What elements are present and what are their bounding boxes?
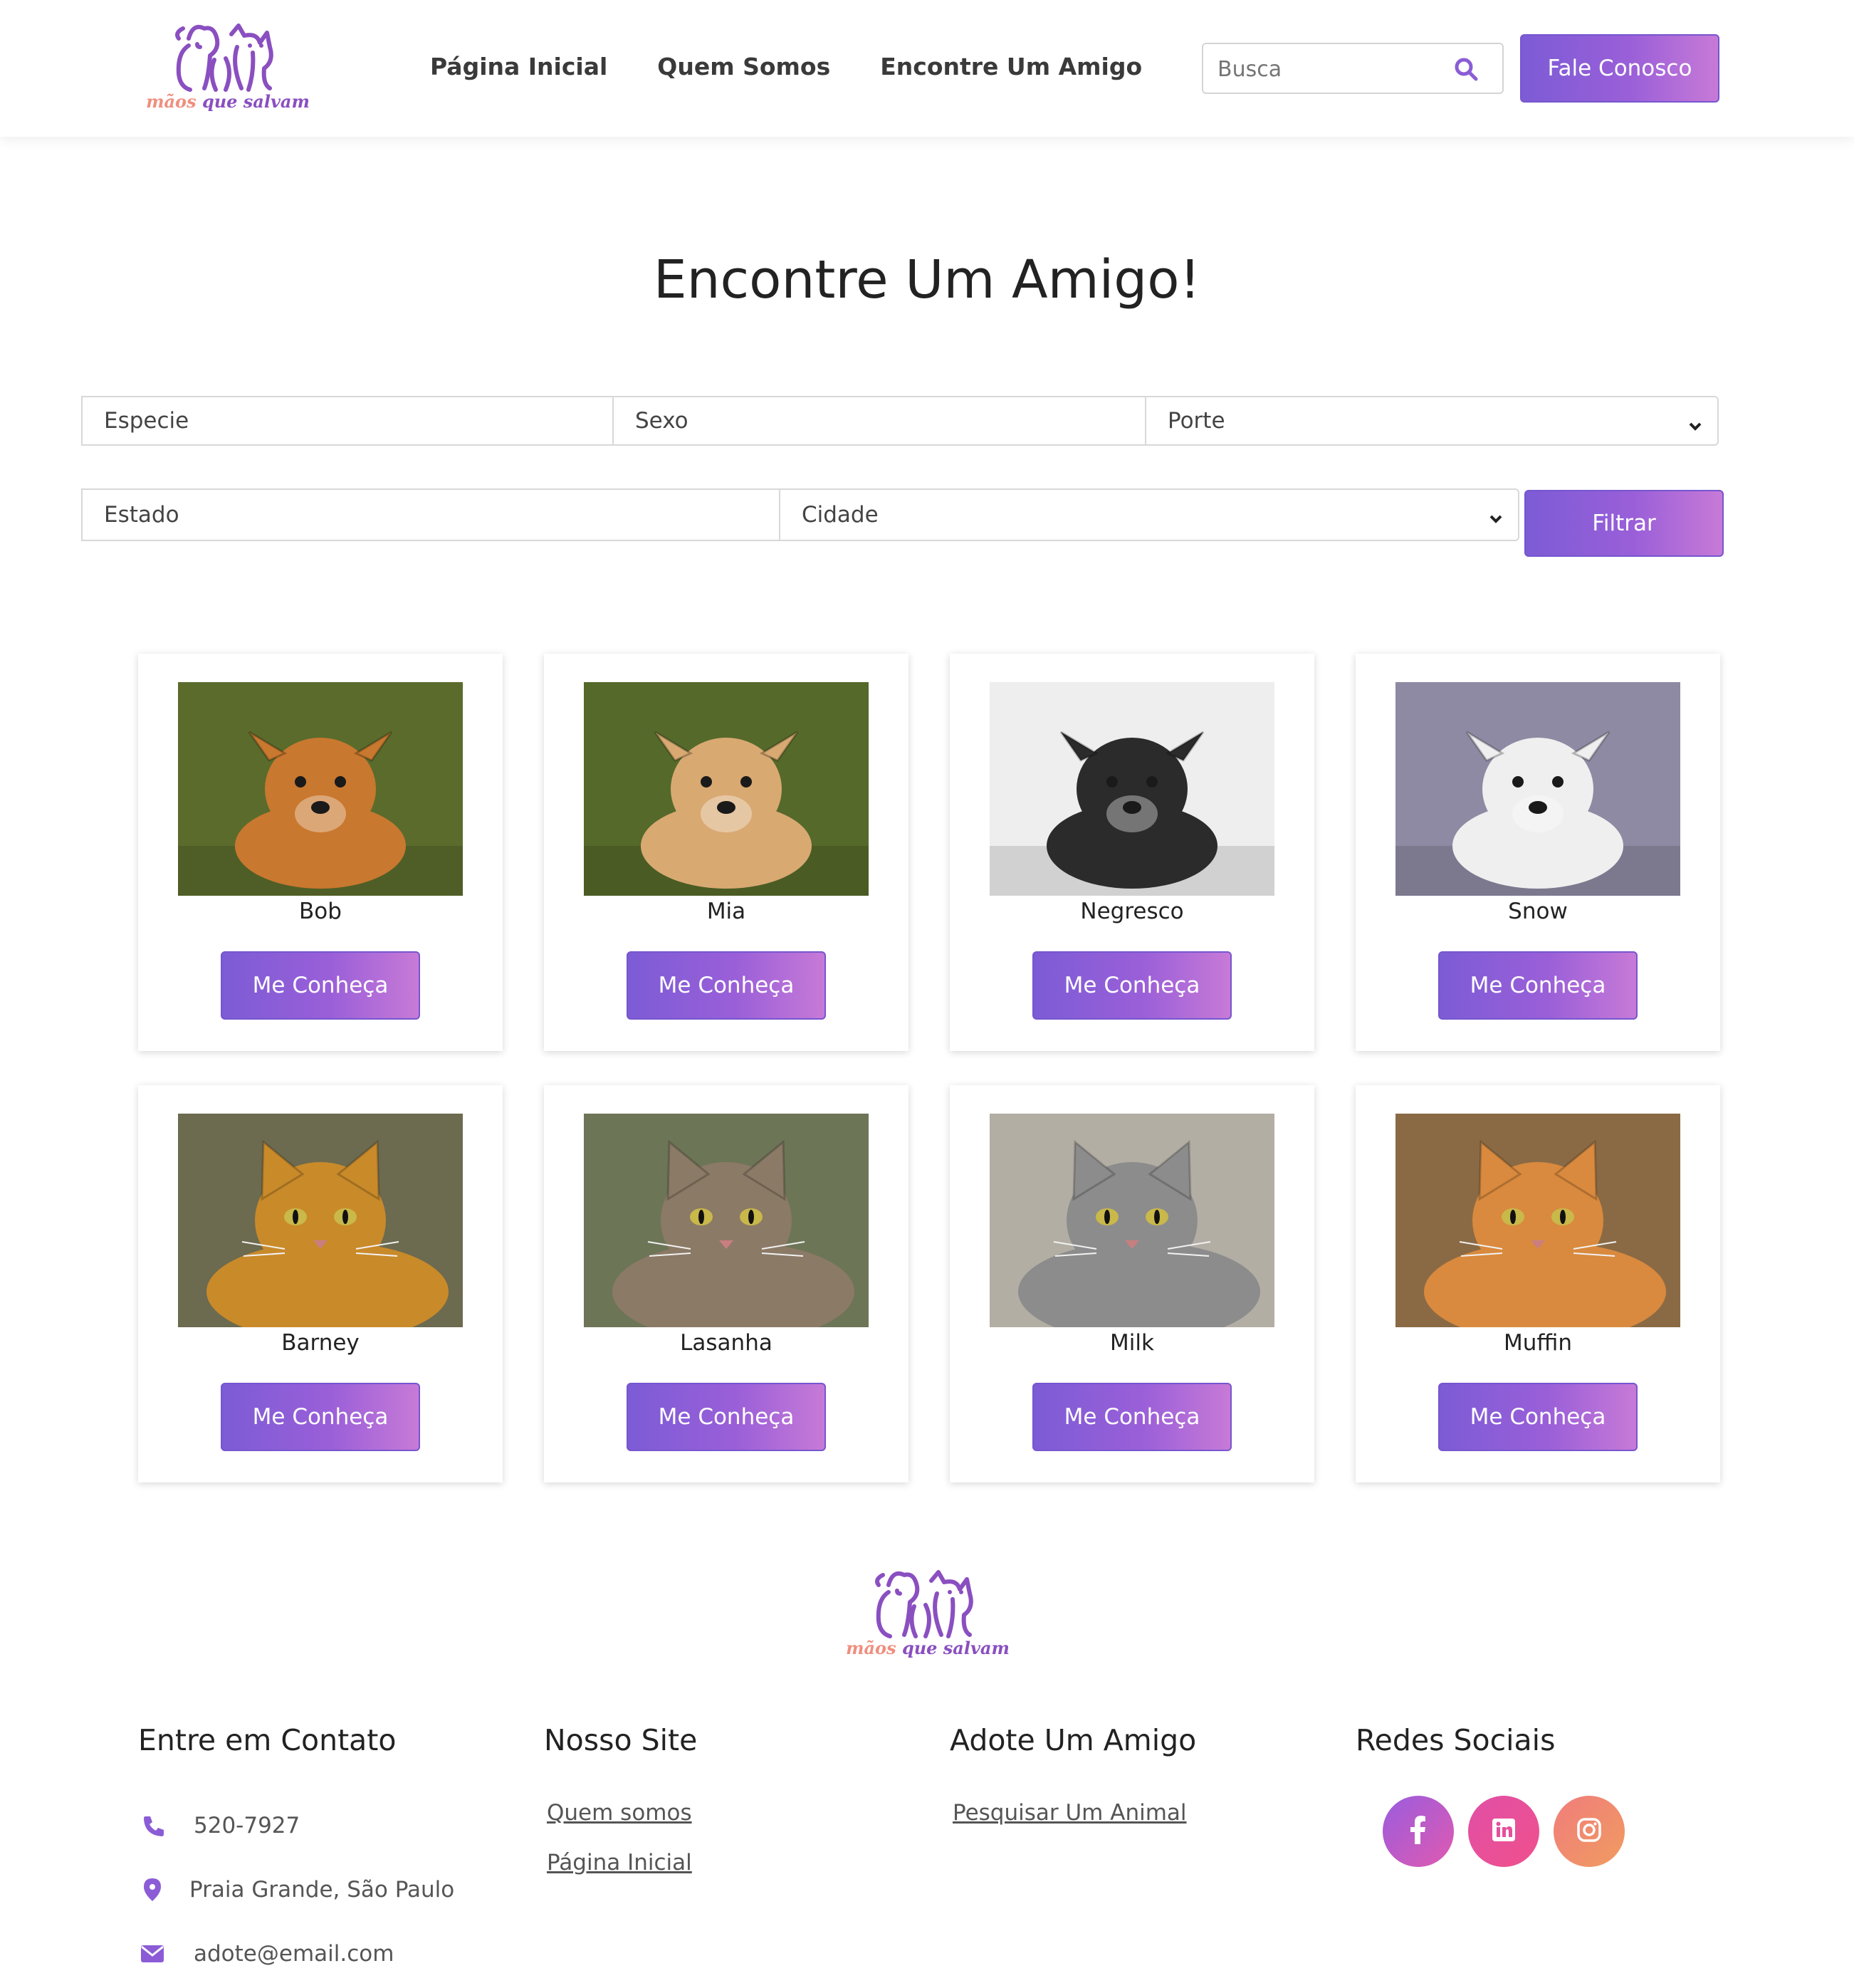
logo-text: mãos que salvam: [846, 1638, 1010, 1658]
footer-link-home[interactable]: Página Inicial: [547, 1850, 692, 1875]
dog-photo-illustration: [1395, 682, 1680, 896]
animal-card: Milk Me Conheça: [950, 1085, 1314, 1482]
animal-photo: [178, 1114, 463, 1327]
sex-filter-label: Sexo: [635, 408, 688, 434]
state-filter-label: Estado: [104, 502, 179, 528]
animal-photo: [584, 682, 869, 896]
animal-card: Negresco Me Conheça: [950, 654, 1314, 1051]
nav-about[interactable]: Quem Somos: [657, 53, 830, 80]
logo-text-part-a: mãos: [846, 1638, 896, 1658]
animal-photo: [990, 682, 1274, 896]
meet-me-button[interactable]: Me Conheça: [1438, 1383, 1638, 1451]
chevron-down-icon: [1488, 507, 1504, 533]
dog-photo-illustration: [990, 682, 1274, 896]
meet-me-button[interactable]: Me Conheça: [1032, 951, 1232, 1020]
animal-name: Milk: [1110, 1330, 1154, 1356]
city-select[interactable]: Cidade: [779, 488, 1519, 541]
animal-card: Snow Me Conheça: [1356, 654, 1720, 1051]
logo-pets-icon: [175, 23, 273, 92]
facebook-link[interactable]: [1383, 1796, 1454, 1867]
logo-text-part-b: que salvam: [201, 91, 310, 112]
meet-me-button[interactable]: Me Conheça: [221, 1383, 420, 1451]
sex-filter[interactable]: Sexo: [612, 396, 1146, 446]
header-logo[interactable]: mãos que salvam: [146, 17, 310, 124]
footer-link-search-animal[interactable]: Pesquisar Um Animal: [953, 1800, 1187, 1826]
footer-logo[interactable]: mãos que salvam: [846, 1564, 1010, 1670]
page-title: Encontre Um Amigo!: [653, 249, 1201, 310]
dog-photo-illustration: [178, 682, 463, 896]
search-input[interactable]: [1217, 54, 1445, 84]
phone-icon: [138, 1814, 167, 1837]
size-select[interactable]: Porte: [1145, 396, 1719, 446]
filter-button[interactable]: Filtrar: [1524, 490, 1724, 557]
instagram-link[interactable]: [1554, 1796, 1625, 1867]
nav-home[interactable]: Página Inicial: [430, 53, 607, 80]
animal-photo: [1395, 1114, 1680, 1327]
species-filter-label: Especie: [104, 408, 189, 434]
animal-photo: [1395, 682, 1680, 896]
footer-phone-text: 520-7927: [194, 1813, 300, 1838]
logo-text-part-b: que salvam: [901, 1638, 1010, 1658]
animal-card: Muffin Me Conheça: [1356, 1085, 1720, 1482]
logo-pets-icon: [875, 1570, 973, 1638]
animal-photo: [178, 682, 463, 896]
footer-social-title: Redes Sociais: [1356, 1723, 1556, 1757]
map-pin-icon: [138, 1878, 167, 1902]
animal-card: Barney Me Conheça: [138, 1085, 503, 1482]
animal-photo: [990, 1114, 1274, 1327]
cat-photo-illustration: [178, 1114, 463, 1327]
linkedin-link[interactable]: [1468, 1796, 1539, 1867]
footer-contact-title: Entre em Contato: [138, 1723, 397, 1757]
cat-photo-illustration: [584, 1114, 869, 1327]
city-select-value: Cidade: [802, 502, 879, 528]
footer-email: adote@email.com: [138, 1941, 394, 1967]
footer-phone: 520-7927: [138, 1813, 300, 1838]
search-box: [1202, 43, 1504, 94]
animal-card: Lasanha Me Conheça: [544, 1085, 908, 1482]
footer-site-title: Nosso Site: [544, 1723, 698, 1757]
animal-photo: [584, 1114, 869, 1327]
instagram-icon: [1577, 1818, 1601, 1845]
size-select-value: Porte: [1168, 408, 1225, 434]
logo-text-part-a: mãos: [146, 91, 197, 112]
animal-name: Bob: [299, 899, 342, 924]
footer-email-text: adote@email.com: [194, 1941, 394, 1967]
animal-name: Mia: [706, 899, 746, 924]
footer-location-text: Praia Grande, São Paulo: [189, 1877, 455, 1903]
animal-name: Barney: [281, 1330, 360, 1356]
species-filter[interactable]: Especie: [81, 396, 614, 446]
nav-find-friend[interactable]: Encontre Um Amigo: [880, 53, 1142, 80]
meet-me-button[interactable]: Me Conheça: [627, 1383, 826, 1451]
logo-text: mãos que salvam: [146, 91, 310, 112]
animal-name: Muffin: [1503, 1330, 1572, 1356]
footer-link-about[interactable]: Quem somos: [547, 1800, 692, 1826]
animal-name: Snow: [1508, 899, 1568, 924]
contact-button[interactable]: Fale Conosco: [1520, 34, 1719, 103]
animal-card: Bob Me Conheça: [138, 654, 503, 1051]
chevron-down-icon: [1687, 414, 1703, 440]
dog-photo-illustration: [584, 682, 869, 896]
animal-name: Lasanha: [680, 1330, 772, 1356]
meet-me-button[interactable]: Me Conheça: [1032, 1383, 1232, 1451]
animal-card: Mia Me Conheça: [544, 654, 908, 1051]
meet-me-button[interactable]: Me Conheça: [1438, 951, 1638, 1020]
meet-me-button[interactable]: Me Conheça: [627, 951, 826, 1020]
cat-photo-illustration: [990, 1114, 1274, 1327]
envelope-icon: [138, 1945, 167, 1963]
animal-name: Negresco: [1080, 899, 1184, 924]
footer-adopt-title: Adote Um Amigo: [950, 1723, 1197, 1757]
site-header: mãos que salvam Página Inicial Quem Somo…: [0, 0, 1854, 137]
footer-location: Praia Grande, São Paulo: [138, 1877, 454, 1903]
linkedin-icon: [1492, 1818, 1516, 1845]
state-filter[interactable]: Estado: [81, 488, 780, 541]
search-icon[interactable]: [1454, 57, 1478, 84]
meet-me-button[interactable]: Me Conheça: [221, 951, 420, 1020]
main-nav: Página Inicial Quem Somos Encontre Um Am…: [430, 53, 1142, 80]
facebook-icon: [1410, 1816, 1426, 1847]
cat-photo-illustration: [1395, 1114, 1680, 1327]
